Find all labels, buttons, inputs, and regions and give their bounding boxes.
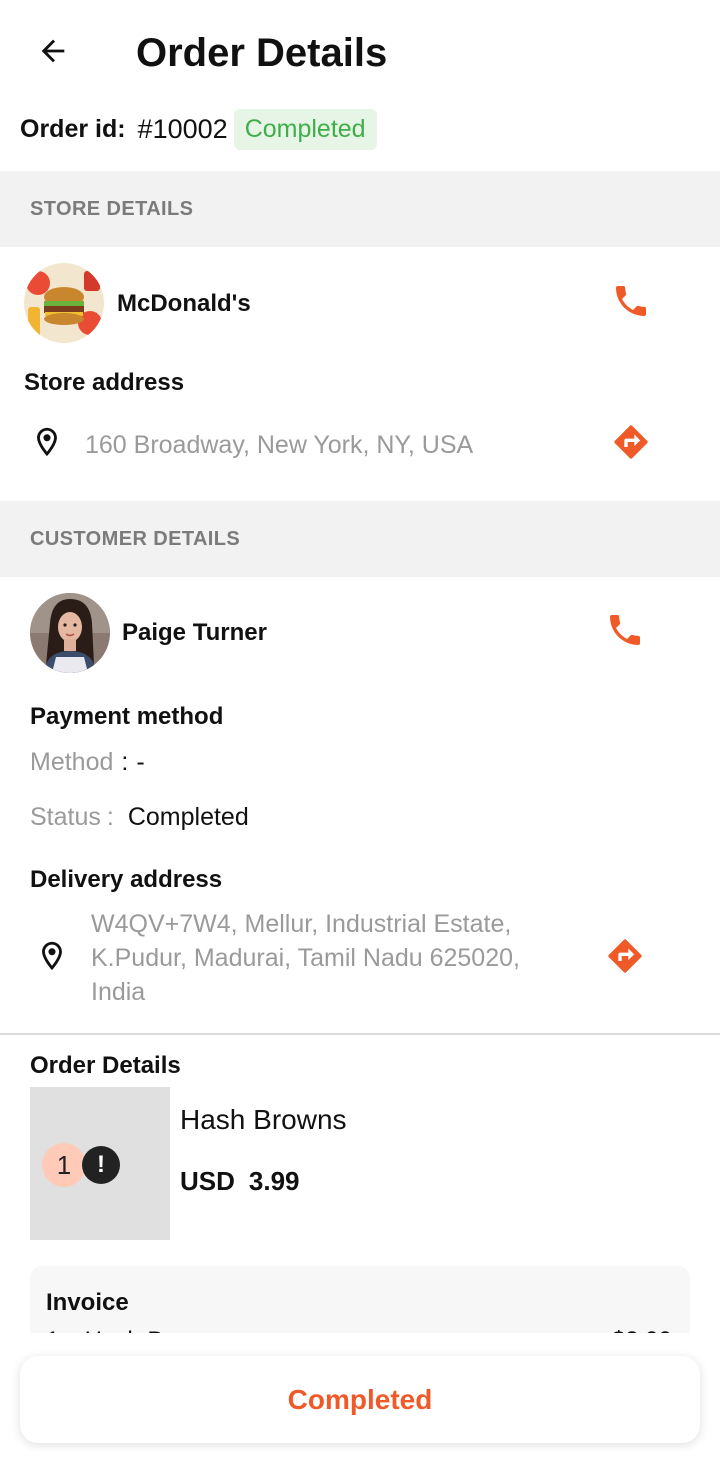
method-separator: : <box>121 748 129 776</box>
store-address-text: 160 Broadway, New York, NY, USA <box>85 431 474 459</box>
directions-icon <box>605 936 645 981</box>
location-pin-icon <box>30 425 64 464</box>
method-label: Method <box>30 748 114 776</box>
status-separator: : <box>106 803 114 831</box>
item-amount: 3.99 <box>248 1166 300 1196</box>
payment-status-row: Status : Completed <box>30 801 249 833</box>
phone-icon <box>611 281 651 326</box>
customer-details-header: CUSTOMER DETAILS <box>0 501 720 577</box>
order-details-screen: Order Details Order id: #10002 Completed… <box>0 0 720 1465</box>
store-location-pin <box>23 420 71 468</box>
store-directions-button[interactable] <box>607 420 655 468</box>
completed-button[interactable]: Completed <box>20 1356 700 1443</box>
store-address-title: Store address <box>24 369 185 396</box>
store-name: McDonald's <box>117 290 251 317</box>
item-quantity-badge: 1 <box>42 1143 86 1187</box>
payment-method-title: Payment method <box>30 703 224 730</box>
store-avatar <box>24 263 104 343</box>
item-name: Hash Browns <box>180 1104 347 1135</box>
invoice-title: Invoice <box>46 1289 129 1316</box>
customer-avatar <box>30 593 110 673</box>
item-currency: USD <box>180 1166 235 1196</box>
item-price: USD 3.99 <box>180 1165 300 1197</box>
order-id-label: Order id: <box>20 114 126 143</box>
app-bar: Order Details <box>0 0 720 104</box>
directions-icon <box>611 422 651 467</box>
customer-name: Paige Turner <box>122 619 267 646</box>
order-details-title: Order Details <box>30 1052 181 1079</box>
payment-method-row: Method : - <box>30 746 145 778</box>
phone-icon <box>605 610 645 655</box>
section-divider <box>0 1033 720 1035</box>
method-value: - <box>136 748 145 776</box>
customer-call-button[interactable] <box>601 608 649 656</box>
order-status-badge: Completed <box>233 108 377 150</box>
status-value: Completed <box>127 803 249 831</box>
delivery-address-text: W4QV+7W4, Mellur, Industrial Estate, K.P… <box>91 910 520 1006</box>
delivery-address-title: Delivery address <box>30 866 223 893</box>
order-id-line: Order id: #10002 Completed <box>20 106 377 152</box>
delivery-directions-button[interactable] <box>601 934 649 982</box>
delivery-location-pin <box>28 934 76 982</box>
location-pin-icon <box>35 939 69 978</box>
status-label: Status <box>30 803 101 831</box>
store-details-header: STORE DETAILS <box>0 171 720 247</box>
store-call-button[interactable] <box>607 279 655 327</box>
arrow-left-icon <box>36 34 70 73</box>
order-id-value: #10002 <box>137 113 228 144</box>
back-button[interactable] <box>26 28 80 78</box>
exclamation-icon: ! <box>82 1146 120 1184</box>
page-title: Order Details <box>136 31 388 75</box>
